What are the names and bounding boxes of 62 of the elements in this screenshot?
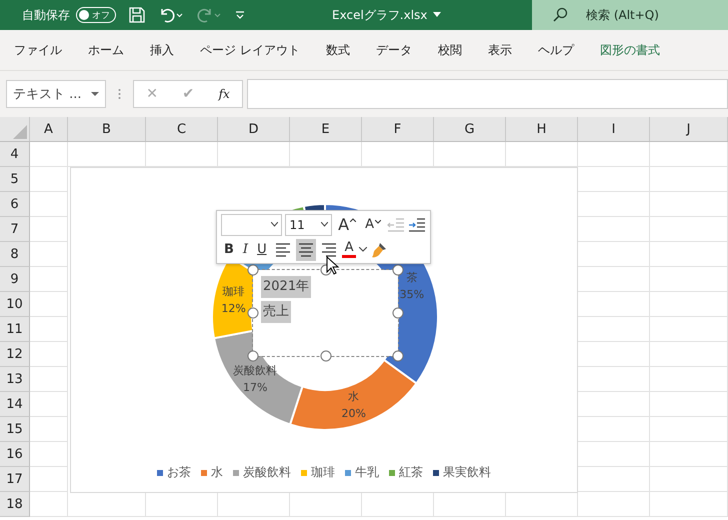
- column-header[interactable]: B: [68, 117, 146, 141]
- data-label: 珈琲: [222, 284, 245, 300]
- legend-label: お茶: [167, 464, 191, 481]
- font-color-button[interactable]: A: [342, 241, 356, 258]
- row-header[interactable]: 6: [0, 192, 30, 217]
- legend-label: 珈琲: [311, 464, 335, 481]
- data-label: 12%: [221, 300, 246, 317]
- italic-button[interactable]: I: [240, 242, 252, 257]
- row-header[interactable]: 7: [0, 217, 30, 242]
- row-header[interactable]: 9: [0, 267, 30, 292]
- bold-button[interactable]: B: [221, 242, 237, 257]
- row-header[interactable]: 10: [0, 292, 30, 317]
- shrink-font-button[interactable]: A: [362, 217, 384, 232]
- column-header[interactable]: H: [506, 117, 578, 141]
- row-header[interactable]: 13: [0, 367, 30, 392]
- legend-label: 紅茶: [399, 464, 423, 481]
- column-header[interactable]: E: [290, 117, 362, 141]
- column-header[interactable]: J: [650, 117, 728, 141]
- font-size-dropdown[interactable]: 11: [285, 214, 332, 236]
- row-header[interactable]: 18: [0, 492, 30, 517]
- window-title: Excelグラフ.xlsx: [332, 6, 428, 24]
- row-header[interactable]: 17: [0, 467, 30, 492]
- ribbon-tab[interactable]: 挿入: [150, 42, 174, 58]
- row-header[interactable]: 16: [0, 442, 30, 467]
- ribbon-tab[interactable]: ファイル: [14, 42, 62, 58]
- row-header[interactable]: 4: [0, 142, 30, 167]
- name-box[interactable]: テキスト ...: [6, 80, 106, 108]
- autosave-label: 自動保存: [22, 6, 70, 24]
- legend-label: 牛乳: [355, 464, 379, 481]
- row-header[interactable]: 11: [0, 317, 30, 342]
- data-label: 水: [348, 389, 360, 406]
- ribbon-tab[interactable]: データ: [376, 42, 412, 58]
- row-header[interactable]: 5: [0, 167, 30, 192]
- ribbon-tab[interactable]: ページ レイアウト: [200, 42, 300, 58]
- column-header[interactable]: C: [146, 117, 218, 141]
- insert-function-button[interactable]: fx: [218, 87, 230, 101]
- data-label: 茶: [406, 270, 418, 286]
- row-header[interactable]: 12: [0, 342, 30, 367]
- column-header[interactable]: G: [434, 117, 506, 141]
- autosave-toggle[interactable]: オフ: [76, 7, 116, 23]
- ribbon-tab[interactable]: 図形の書式: [600, 42, 660, 58]
- ribbon-tab[interactable]: 数式: [326, 42, 350, 58]
- ribbon-tab[interactable]: 校閲: [438, 42, 462, 58]
- underline-button[interactable]: U: [254, 242, 270, 257]
- column-header[interactable]: F: [362, 117, 434, 141]
- grow-font-button[interactable]: A: [335, 215, 360, 234]
- row-header[interactable]: 15: [0, 417, 30, 442]
- legend-label: 水: [211, 464, 223, 481]
- legend-label: 炭酸飲料: [243, 464, 291, 481]
- data-label: 17%: [243, 380, 268, 396]
- column-header[interactable]: A: [30, 117, 68, 141]
- row-header[interactable]: 8: [0, 242, 30, 267]
- ribbon-tab[interactable]: ホーム: [88, 42, 124, 58]
- search-field[interactable]: 検索 (Alt+Q): [584, 7, 708, 23]
- search-box[interactable]: 検索 (Alt+Q): [532, 0, 728, 30]
- row-header[interactable]: 14: [0, 392, 30, 417]
- legend-label: 果実飲料: [443, 464, 491, 481]
- column-header[interactable]: I: [578, 117, 650, 141]
- data-label: 20%: [342, 406, 366, 422]
- ribbon-tab[interactable]: ヘルプ: [538, 42, 574, 58]
- column-header[interactable]: D: [218, 117, 290, 141]
- ribbon-tab[interactable]: 表示: [488, 42, 512, 58]
